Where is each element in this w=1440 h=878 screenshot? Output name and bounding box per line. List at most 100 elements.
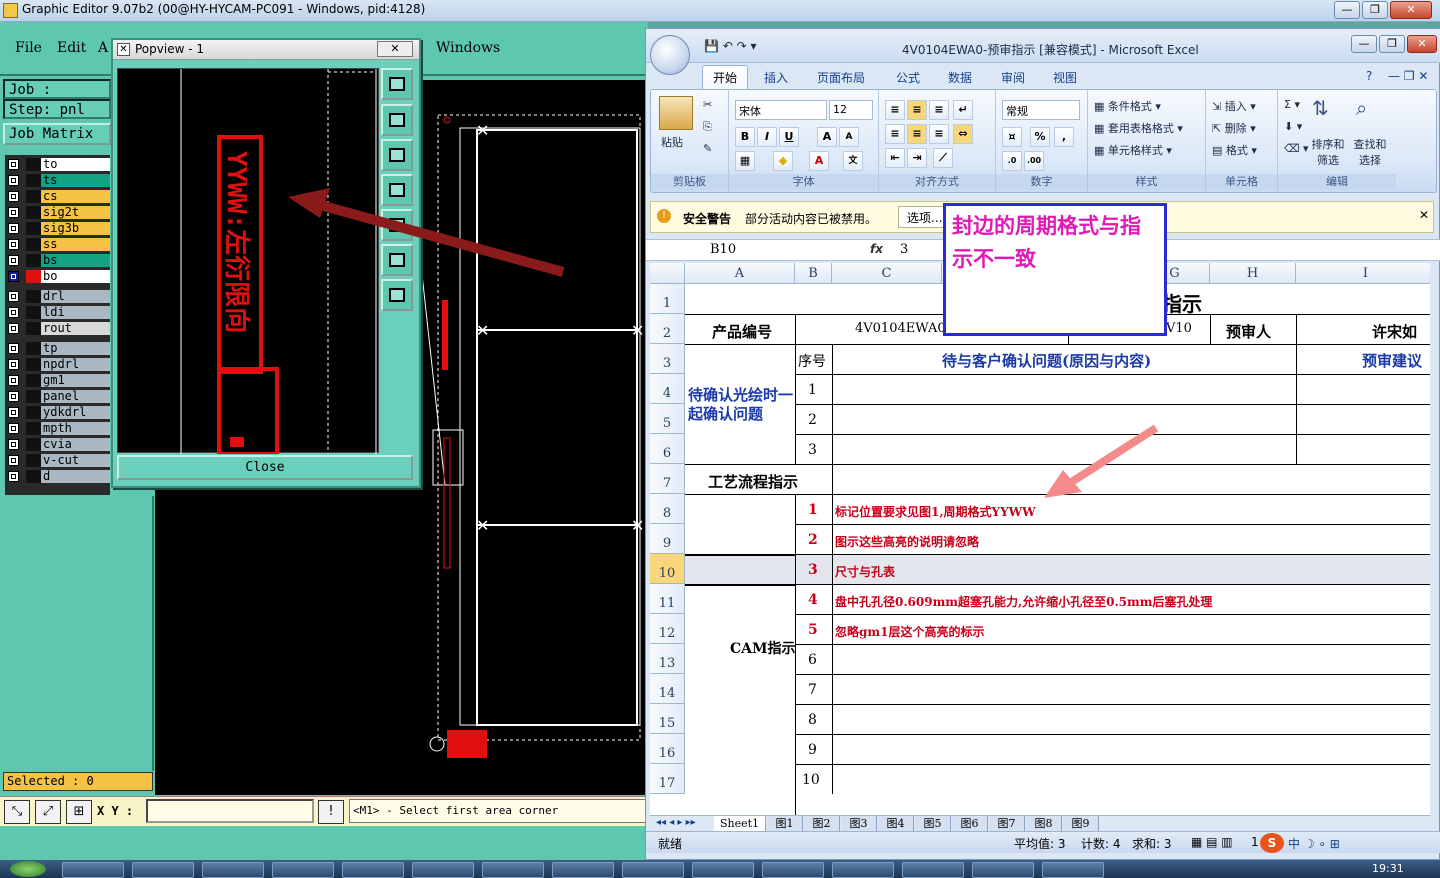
row-header[interactable]: 10 (650, 554, 685, 584)
tab-home[interactable]: 开始 (702, 65, 749, 89)
popview-close-icon[interactable]: ✕ (377, 41, 413, 57)
pv-pan-down-icon[interactable] (381, 139, 413, 171)
partial-value[interactable]: V10 (1166, 321, 1192, 336)
ge-minimize-icon[interactable]: — (1334, 1, 1360, 19)
currency-icon[interactable]: ¤ (1002, 127, 1022, 147)
ge-titlebar[interactable]: Graphic Editor 9.07b2 (00@HY-HYCAM-PC091… (0, 0, 1440, 22)
sheet-tab[interactable]: 图6 (952, 816, 988, 831)
row-header[interactable]: 2 (650, 314, 685, 344)
tab-review[interactable]: 审阅 (1001, 69, 1025, 86)
format-painter-icon[interactable]: ✎ (703, 142, 712, 155)
layer-row-to[interactable]: to (5, 157, 110, 172)
sort-filter-button[interactable]: 排序和筛选 (1308, 136, 1348, 168)
grow-font-icon[interactable]: A (817, 127, 837, 147)
comma-icon[interactable]: , (1054, 127, 1074, 147)
underline-icon[interactable]: U (779, 127, 799, 147)
item-seq[interactable]: 4 (808, 592, 818, 608)
row-header[interactable]: 14 (650, 674, 685, 704)
cam-label[interactable]: CAM指示 (730, 638, 796, 658)
reviewer-name[interactable]: 许宋如 (1372, 321, 1417, 342)
taskbar-item-10[interactable] (692, 862, 754, 878)
xl-restore-icon[interactable]: ❐ (1379, 35, 1405, 53)
taskbar-item-7[interactable] (482, 862, 544, 878)
grid-icon[interactable]: ⊞ (66, 800, 92, 824)
layer-checkbox[interactable] (8, 323, 19, 334)
ge-close-icon[interactable]: ✕ (1390, 1, 1432, 19)
layer-row-sig3b[interactable]: sig3b (5, 221, 110, 236)
layer-row-rout[interactable]: rout (5, 321, 110, 336)
confirm-label[interactable]: 待确认光绘时一起确认问题 (688, 386, 794, 424)
taskbar-item-3[interactable] (202, 862, 264, 878)
taskbar-item-9[interactable] (622, 862, 684, 878)
layer-row-ldi[interactable]: ldi (5, 305, 110, 320)
bold-icon[interactable]: B (735, 127, 755, 147)
item-seq[interactable]: 6 (808, 652, 817, 668)
row-header[interactable]: 8 (650, 494, 685, 524)
tab-formulas[interactable]: 公式 (896, 69, 920, 86)
seq-header[interactable]: 序号 (798, 351, 826, 371)
sheet-tab[interactable]: 图9 (1063, 816, 1099, 831)
fill-icon[interactable]: ⬇ ▾ (1284, 120, 1302, 133)
item-seq[interactable]: 1 (808, 502, 818, 518)
security-close-icon[interactable]: ✕ (1419, 208, 1429, 222)
align-left-icon[interactable]: ≡ (885, 124, 905, 144)
row-header[interactable]: 12 (650, 614, 685, 644)
layer-row-tp[interactable]: tp (5, 341, 110, 356)
qat-save-icon[interactable]: 💾 ↶ ↷ ▾ (704, 39, 757, 53)
xy-input[interactable] (146, 799, 314, 823)
popview-canvas[interactable]: YYWW:左衍限向 (117, 68, 379, 456)
layer-checkbox[interactable] (8, 207, 19, 218)
increase-indent-icon[interactable]: ⇥ (907, 148, 927, 168)
taskbar-item-11[interactable] (762, 862, 824, 878)
col-b[interactable]: B (795, 263, 832, 284)
layer-checkbox[interactable] (8, 307, 19, 318)
menu-edit[interactable]: Edit (57, 40, 86, 56)
layer-checkbox[interactable] (8, 471, 19, 482)
layer-checkbox[interactable] (8, 223, 19, 234)
taskbar-item-1[interactable] (62, 862, 124, 878)
decrease-indent-icon[interactable]: ⇤ (885, 148, 905, 168)
layer-row-panel[interactable]: panel (5, 389, 110, 404)
taskbar-item-4[interactable] (272, 862, 334, 878)
product-no-label[interactable]: 产品编号 (712, 321, 772, 342)
taskbar-item-6[interactable] (412, 862, 474, 878)
select-all[interactable] (650, 263, 685, 284)
row-header[interactable]: 17 (650, 764, 685, 794)
layer-row-v-cut[interactable]: v-cut (5, 453, 110, 468)
pv-pan-right-icon[interactable] (381, 209, 413, 241)
sheet-tab[interactable]: 图1 (767, 816, 803, 831)
autosum-icon[interactable]: Σ ▾ (1284, 98, 1300, 111)
item-seq[interactable]: 3 (808, 562, 818, 578)
pv-home-icon[interactable] (381, 279, 413, 311)
font-size-select[interactable]: 12 (829, 100, 873, 120)
taskbar-item-12[interactable] (832, 862, 894, 878)
find-select-button[interactable]: 查找和选择 (1350, 136, 1390, 168)
pv-zoom-in-icon[interactable] (381, 68, 413, 100)
suggest-header[interactable]: 预审建议 (1362, 350, 1422, 371)
row-header[interactable]: 16 (650, 734, 685, 764)
start-button-icon[interactable] (10, 861, 46, 877)
ge-maximize-icon[interactable]: ❐ (1362, 1, 1388, 19)
worksheet-grid[interactable]: A B C G H I 1 2 3 4 5 6 7 8 9 10 11 12 13 14 15 16 17 指示… (650, 263, 1430, 815)
layer-row-ydkdrl[interactable]: ydkdrl (5, 405, 110, 420)
layer-row-ss[interactable]: ss (5, 237, 110, 252)
sheet-tab[interactable]: 图2 (804, 816, 840, 831)
ime-toolbar-icon[interactable]: 中 ☽ ∘ ⊞ (1288, 835, 1340, 852)
taskbar-item-15[interactable] (1042, 862, 1104, 878)
font-name-select[interactable]: 宋体 (735, 100, 827, 120)
item-text[interactable]: 盘中孔孔径0.609mm超塞孔能力,允许缩小孔径至0.5mm后塞孔处理 (835, 593, 1212, 610)
fx-icon[interactable]: fx (870, 242, 883, 256)
item-seq[interactable]: 5 (808, 622, 818, 638)
question-header[interactable]: 待与客户确认问题(原因与内容) (942, 350, 1151, 371)
format-as-table-button[interactable]: ▦ 套用表格格式 ▾ (1094, 120, 1183, 136)
taskbar-item-14[interactable] (972, 862, 1034, 878)
layer-checkbox[interactable] (8, 239, 19, 250)
zoom-area-icon[interactable]: ⤡ (4, 800, 30, 824)
find-select-icon[interactable]: ⌕ (1356, 96, 1367, 120)
col-i[interactable]: I (1296, 263, 1430, 284)
copy-icon[interactable]: ⎘ (703, 120, 712, 134)
process-label[interactable]: 工艺流程指示 (708, 471, 798, 492)
layer-checkbox[interactable] (8, 175, 19, 186)
increase-decimal-icon[interactable]: .0 (1002, 151, 1022, 171)
wrap-text-icon[interactable]: ↵ (953, 100, 973, 120)
